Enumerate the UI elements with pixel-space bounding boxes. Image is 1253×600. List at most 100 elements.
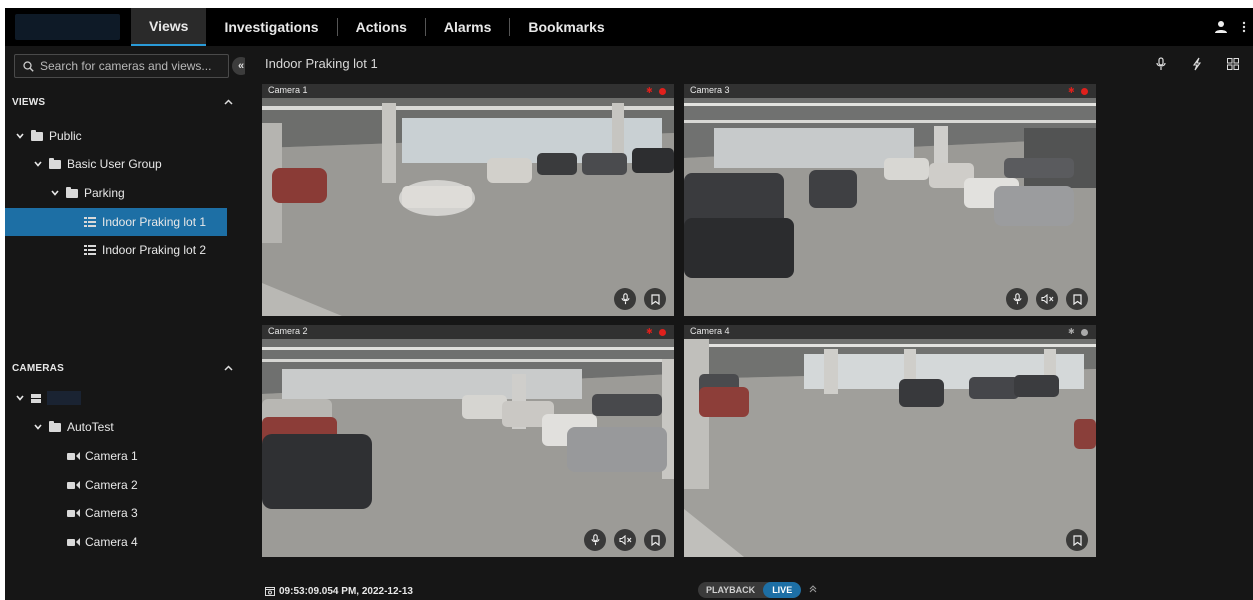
camera-icon-lens <box>76 452 80 460</box>
chevron-up-icon <box>224 99 233 105</box>
tab-views[interactable]: Views <box>131 8 207 46</box>
folder-icon <box>66 186 78 198</box>
tab-alarms[interactable]: Alarms <box>426 8 509 46</box>
search-box[interactable] <box>14 54 229 78</box>
folder-icon <box>31 129 43 141</box>
tab-actions[interactable]: Actions <box>338 8 425 46</box>
camera-tile-1[interactable]: Camera 1 ✱ <box>262 84 674 316</box>
mute-speaker-icon[interactable] <box>614 529 636 551</box>
camera-tile-4[interactable]: Camera 4 ✱ <box>684 325 1096 557</box>
top-navigation-bar: Views Investigations Actions Alarms Book… <box>5 8 1253 46</box>
tree-item-label: AutoTest <box>67 420 114 434</box>
tree-item-camera-1[interactable]: Camera 1 <box>5 442 227 470</box>
tile-actions <box>1066 529 1088 551</box>
chevron-down-icon[interactable] <box>50 190 60 196</box>
tree-item-label: Camera 4 <box>85 535 138 549</box>
camera-icon <box>67 452 75 460</box>
kebab-menu-icon[interactable] <box>1235 8 1253 46</box>
camera-tile-header: Camera 1 ✱ <box>262 84 674 98</box>
camera-feed <box>262 339 674 557</box>
recording-indicator: ✱ <box>1068 328 1088 336</box>
bookmark-icon[interactable] <box>644 288 666 310</box>
camera-tile-header: Camera 2 ✱ <box>262 325 674 339</box>
tree-item-autotest[interactable]: AutoTest <box>5 413 227 441</box>
recording-dot-icon <box>659 328 666 336</box>
motion-icon: ✱ <box>646 327 653 336</box>
tree-item-parking[interactable]: Parking <box>5 179 227 207</box>
chevron-down-icon[interactable] <box>33 161 43 167</box>
camera-name: Camera 2 <box>268 326 308 336</box>
double-chevron-up-icon[interactable] <box>809 584 817 596</box>
camera-icon <box>67 481 75 489</box>
tree-item-public[interactable]: Public <box>5 122 227 150</box>
camera-tile-3[interactable]: Camera 3 ✱ <box>684 84 1096 316</box>
bookmark-icon[interactable] <box>644 529 666 551</box>
microphone-icon[interactable] <box>1006 288 1028 310</box>
lightning-icon[interactable] <box>1179 54 1215 74</box>
mute-speaker-icon[interactable] <box>1036 288 1058 310</box>
playback-button[interactable]: PLAYBACK <box>698 582 763 598</box>
tile-actions <box>1006 288 1088 310</box>
tree-item-basic-user-group[interactable]: Basic User Group <box>5 150 227 178</box>
camera-tile-header: Camera 3 ✱ <box>684 84 1096 98</box>
tree-item-label: Camera 3 <box>85 506 138 520</box>
recording-indicator: ✱ <box>646 87 666 95</box>
search-input[interactable] <box>40 59 220 73</box>
tile-actions <box>584 529 666 551</box>
microphone-icon[interactable] <box>1143 54 1179 74</box>
server-icon <box>31 393 41 403</box>
views-section-header[interactable]: VIEWS <box>5 90 239 114</box>
tree-item-camera-2[interactable]: Camera 2 <box>5 471 227 499</box>
calendar-icon <box>265 587 275 596</box>
playback-live-toggle[interactable]: PLAYBACK LIVE <box>698 582 802 598</box>
camera-name: Camera 4 <box>690 326 730 336</box>
chevron-down-icon[interactable] <box>33 424 43 430</box>
tree-item-camera-3[interactable]: Camera 3 <box>5 499 227 527</box>
camera-tile-2[interactable]: Camera 2 ✱ <box>262 325 674 557</box>
view-toolbar: Indoor Praking lot 1 <box>245 46 1253 82</box>
camera-icon <box>67 509 75 517</box>
camera-feed <box>262 98 674 316</box>
cameras-section-header[interactable]: CAMERAS <box>5 356 239 380</box>
camera-tile-header: Camera 4 ✱ <box>684 325 1096 339</box>
folder-icon <box>49 157 61 169</box>
camera-icon-lens <box>76 481 80 489</box>
tree-item-label: Camera 1 <box>85 449 138 463</box>
camera-feed <box>684 98 1096 316</box>
chevron-down-icon[interactable] <box>15 133 25 139</box>
user-icon[interactable] <box>1207 8 1235 46</box>
tree-item-label: Camera 2 <box>85 478 138 492</box>
layout-grid-icon[interactable] <box>1215 54 1251 74</box>
topbar-actions <box>1207 8 1253 46</box>
bookmark-icon[interactable] <box>1066 529 1088 551</box>
app-window: Views Investigations Actions Alarms Book… <box>5 8 1253 600</box>
microphone-icon[interactable] <box>584 529 606 551</box>
live-button[interactable]: LIVE <box>763 582 802 598</box>
tree-item-indoor-praking-lot-2[interactable]: Indoor Praking lot 2 <box>5 236 227 264</box>
chevron-down-icon[interactable] <box>15 395 25 401</box>
microphone-icon[interactable] <box>614 288 636 310</box>
tree-item-server[interactable] <box>5 384 227 412</box>
app-logo <box>15 14 120 40</box>
mode-switch: PLAYBACK LIVE <box>698 582 817 598</box>
tree-item-label: Indoor Praking lot 1 <box>102 215 207 229</box>
view-toolbar-icons <box>1143 54 1251 74</box>
cameras-header-label: CAMERAS <box>12 362 64 374</box>
timestamp-bar[interactable]: 09:53:09.054 PM, 2022-12-13 <box>265 582 413 600</box>
chevron-up-icon <box>224 365 233 371</box>
view-title: Indoor Praking lot 1 <box>265 56 378 71</box>
tree-item-indoor-praking-lot-1[interactable]: Indoor Praking lot 1 <box>5 208 227 236</box>
camera-icon <box>67 538 75 546</box>
camera-feed <box>684 339 1096 557</box>
tab-bookmarks[interactable]: Bookmarks <box>510 8 622 46</box>
camera-name: Camera 1 <box>268 85 308 95</box>
bookmark-icon[interactable] <box>1066 288 1088 310</box>
tab-investigations[interactable]: Investigations <box>206 8 336 46</box>
recording-dot-icon <box>1081 87 1088 95</box>
server-name-redacted <box>47 391 81 405</box>
recording-indicator: ✱ <box>646 328 666 336</box>
tree-item-label: Public <box>49 129 82 143</box>
tree-item-camera-4[interactable]: Camera 4 <box>5 528 227 556</box>
camera-icon-lens <box>76 509 80 517</box>
view-grid-icon <box>84 217 96 227</box>
